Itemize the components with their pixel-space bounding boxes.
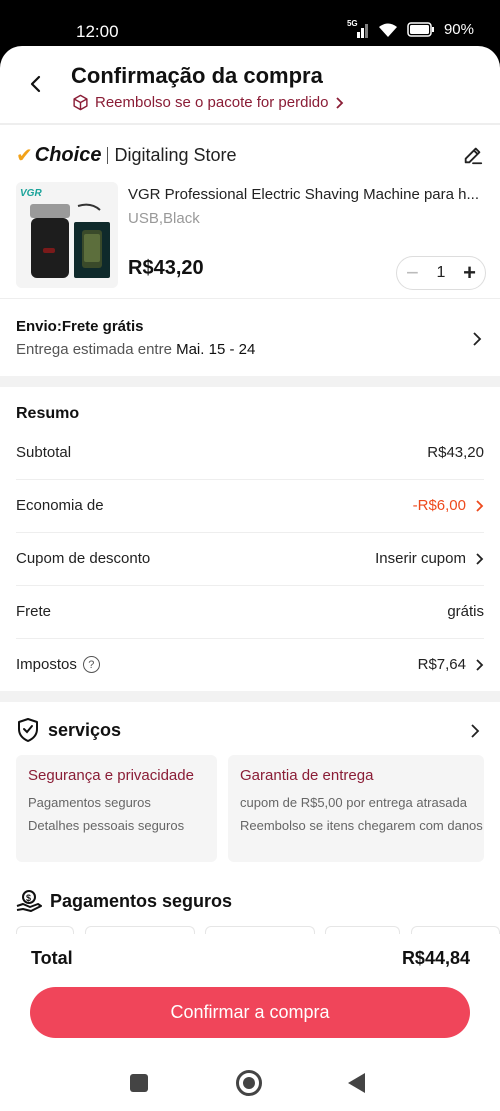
battery-icon <box>407 22 434 37</box>
service-card-line: Reembolso se itens chegarem com danos <box>240 818 483 833</box>
savings-label: Economia de <box>16 497 104 514</box>
secure-payment-icon: $ <box>16 890 42 912</box>
service-card-line: cupom de R$5,00 por entrega atrasada <box>240 795 467 810</box>
summary-savings-row[interactable]: Economia de -R$6,00 <box>16 479 484 532</box>
home-icon[interactable] <box>236 1070 262 1096</box>
chevron-right-icon <box>473 332 482 346</box>
recents-icon[interactable] <box>130 1074 148 1092</box>
payments-header: $ Pagamentos seguros <box>16 889 232 913</box>
product-name[interactable]: VGR Professional Electric Shaving Machin… <box>128 186 488 203</box>
taxes-label: Impostos <box>16 656 77 673</box>
services-header[interactable]: serviços <box>16 717 121 743</box>
product-variant[interactable]: USB,Black <box>128 210 200 227</box>
refund-link-label: Reembolso se o pacote for perdido <box>95 94 329 111</box>
shield-check-icon <box>18 718 38 742</box>
signal-icon: 5G <box>346 18 369 38</box>
chevron-right-icon <box>476 552 484 565</box>
taxes-value: R$7,64 <box>417 656 466 673</box>
checkout-footer: Total R$44,84 Confirmar a compra <box>0 934 500 1111</box>
system-nav-bar <box>0 1056 500 1111</box>
service-card-title: Garantia de entrega <box>240 767 374 784</box>
back-nav-icon[interactable] <box>348 1073 365 1093</box>
service-card-line: Pagamentos seguros <box>28 795 151 810</box>
chevron-right-icon <box>476 499 484 512</box>
summary-subtotal-row: Subtotal R$43,20 <box>16 426 484 479</box>
summary-shipping-row: Frete grátis <box>16 585 484 638</box>
shipping-title: Envio:Frete grátis <box>16 318 144 335</box>
divider <box>0 298 500 299</box>
services-title: serviços <box>48 719 122 740</box>
total-label: Total <box>31 948 73 968</box>
subtotal-label: Subtotal <box>16 444 72 461</box>
back-arrow-icon[interactable] <box>24 72 48 96</box>
chevron-right-icon <box>476 658 484 671</box>
store-header[interactable]: ✔ Choice Digitaling Store <box>16 143 237 168</box>
product-price: R$43,20 <box>128 257 204 279</box>
chevron-right-icon <box>336 96 344 109</box>
battery-level: 90% <box>443 21 474 38</box>
savings-value: -R$6,00 <box>412 497 466 514</box>
header: Confirmação da compra Reembolso se o pac… <box>0 46 500 125</box>
service-card-line: Detalhes pessoais seguros <box>28 818 185 833</box>
status-time: 12:00 <box>76 22 119 41</box>
shipping-estimate-prefix: Entrega estimada entre <box>16 341 177 358</box>
shipping-fee-label: Frete <box>16 603 52 620</box>
shipping-fee-value: grátis <box>447 603 484 620</box>
summary-title: Resumo <box>16 405 80 422</box>
package-icon <box>73 94 88 111</box>
brand-mark: VGR <box>20 188 42 199</box>
check-icon: ✔ <box>16 145 33 167</box>
shipping-estimate-dates: Mai. 15 - 24 <box>176 341 256 358</box>
help-icon[interactable]: ? <box>82 656 100 673</box>
confirm-purchase-button[interactable]: Confirmar a compra <box>30 987 470 1038</box>
total-value: R$44,84 <box>401 948 470 968</box>
divider <box>0 123 500 125</box>
section-gap <box>0 691 500 702</box>
page-title: Confirmação da compra <box>71 63 323 88</box>
wifi-icon <box>378 23 397 37</box>
service-card-title: Segurança e privacidade <box>28 767 194 784</box>
status-icons: 5G 90% <box>346 18 474 39</box>
quantity-stepper: − 1 + <box>396 256 486 290</box>
refund-link[interactable]: Reembolso se o pacote for perdido <box>72 94 344 111</box>
subtotal-value: R$43,20 <box>427 444 484 461</box>
checkout-screen: Confirmação da compra Reembolso se o pac… <box>0 46 500 1111</box>
payments-title: Pagamentos seguros <box>50 890 233 911</box>
quantity-value: 1 <box>436 264 446 281</box>
product-image[interactable]: VGR <box>16 182 118 288</box>
divider <box>107 147 109 164</box>
coupon-label: Cupom de desconto <box>16 550 151 567</box>
decrease-button[interactable]: − <box>406 260 419 286</box>
svg-text:$: $ <box>26 893 31 903</box>
summary-coupon-row[interactable]: Cupom de desconto Inserir cupom <box>16 532 484 585</box>
coupon-value: Inserir cupom <box>375 550 466 567</box>
shipping-estimate: Entrega estimada entre Mai. 15 - 24 <box>16 341 255 358</box>
choice-badge: ✔ Choice <box>16 143 101 168</box>
service-card-delivery[interactable]: Garantia de entrega cupom de R$5,00 por … <box>228 755 484 862</box>
section-gap <box>0 376 500 387</box>
summary-taxes-row[interactable]: Impostos ? R$7,64 <box>16 638 484 691</box>
service-card-security[interactable]: Segurança e privacidade Pagamentos segur… <box>16 755 217 862</box>
edit-icon[interactable] <box>462 144 484 166</box>
chevron-right-icon[interactable] <box>468 724 482 738</box>
increase-button[interactable]: + <box>463 260 476 286</box>
shaver-illustration: VGR <box>16 182 118 288</box>
network-type: 5G <box>346 18 358 28</box>
store-name: Digitaling Store <box>114 145 237 165</box>
choice-label: Choice <box>34 144 102 166</box>
